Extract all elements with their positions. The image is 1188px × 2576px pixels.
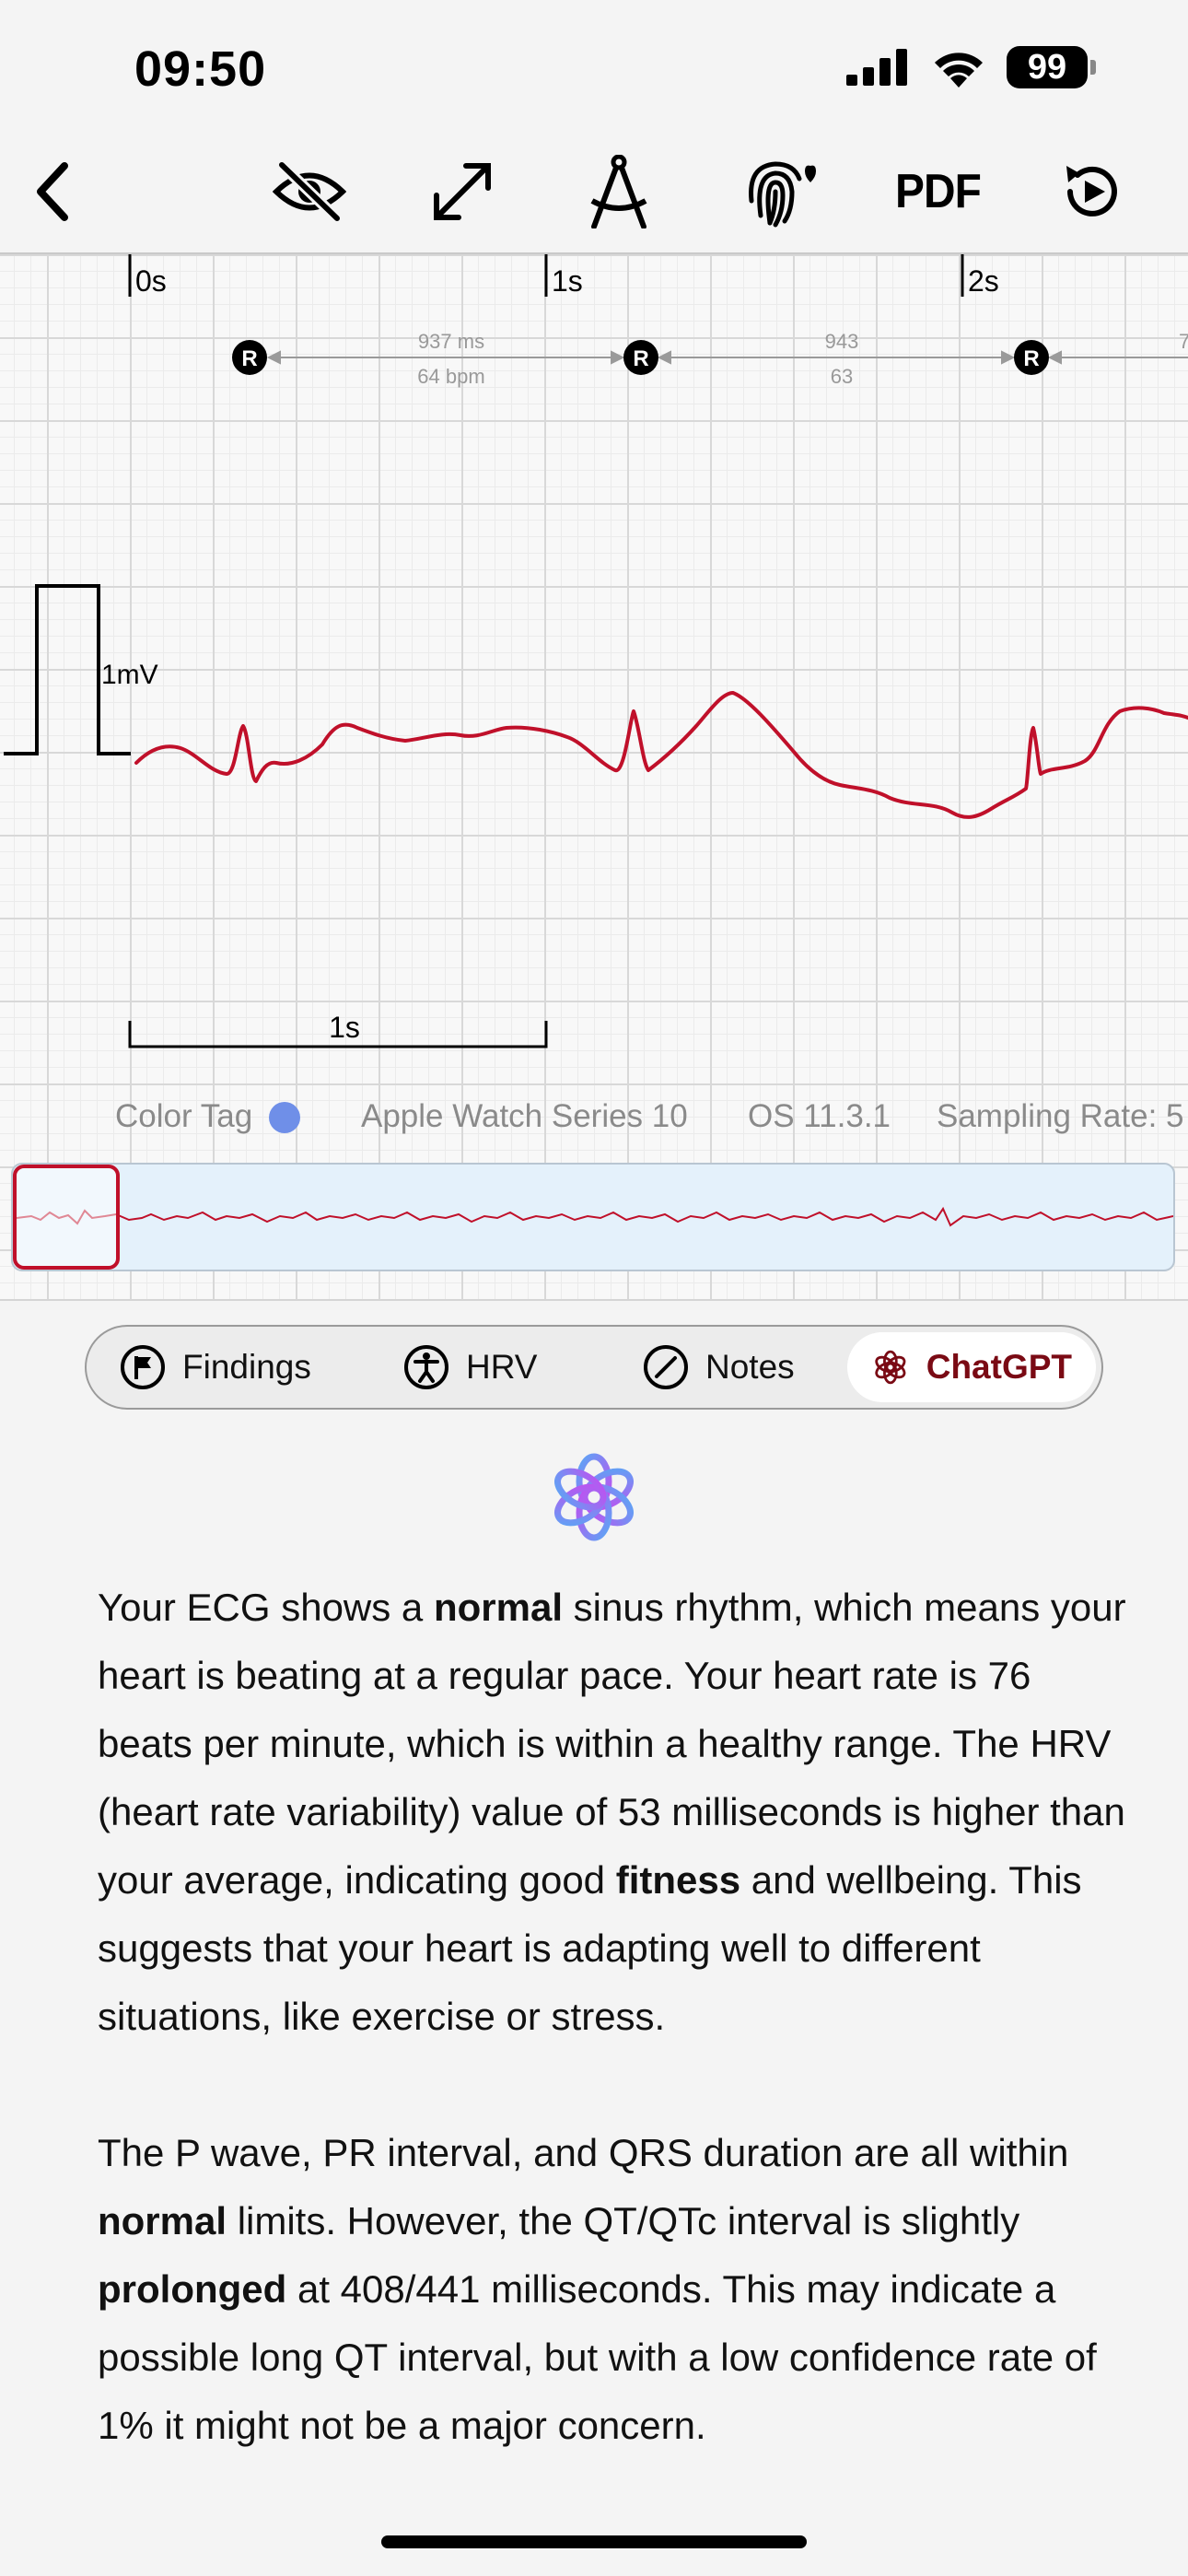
emphasized-text: prolonged xyxy=(98,2267,287,2311)
time-marker: 1s xyxy=(544,254,583,298)
replay-icon xyxy=(1066,166,1117,217)
bottom-fade xyxy=(0,2486,1188,2576)
rr-interval xyxy=(266,350,1188,365)
tab-chatgpt[interactable]: ChatGPT xyxy=(847,1332,1096,1402)
cellular-signal-icon xyxy=(846,49,907,86)
tab-label: Findings xyxy=(182,1348,311,1386)
time-marker-label: 1s xyxy=(552,264,583,298)
battery-icon: 99 xyxy=(1007,46,1096,88)
overview-window-handle[interactable] xyxy=(13,1165,120,1270)
chevron-left-icon xyxy=(37,162,68,221)
pdf-label: PDF xyxy=(894,165,982,218)
flag-icon xyxy=(121,1345,165,1389)
rr-interval-ms: 937 ms xyxy=(418,330,484,353)
expand-arrows-icon xyxy=(434,163,491,220)
figure-icon xyxy=(404,1345,448,1389)
ecg-chart[interactable]: 0s 1s 2s 937 ms 64 bpm 943 63 7 R R R 1m… xyxy=(0,254,1188,1299)
replay-button[interactable] xyxy=(1054,155,1131,228)
eye-slash-icon xyxy=(273,160,346,223)
time-marker: 0s xyxy=(128,254,167,298)
fingerprint-heart-icon xyxy=(749,161,816,228)
back-button[interactable] xyxy=(24,155,79,228)
response-paragraph-1: Your ECG shows a normal sinus rhythm, wh… xyxy=(98,1574,1129,2051)
pencil-circle-icon xyxy=(644,1345,688,1389)
overview-trace xyxy=(16,1206,1173,1227)
color-tag-dot[interactable] xyxy=(269,1102,300,1133)
sampling-rate: Sampling Rate: 5 xyxy=(937,1098,1184,1134)
emphasized-text: normal xyxy=(433,1586,563,1629)
text-run: limits. However, the QT/QTc interval is … xyxy=(227,2199,1020,2242)
r-peak-marker[interactable]: R xyxy=(623,340,658,375)
expand-button[interactable] xyxy=(424,155,501,228)
rr-interval-ms: 7 xyxy=(1179,330,1188,353)
tab-label: ChatGPT xyxy=(926,1348,1072,1386)
caliper-button[interactable] xyxy=(580,155,658,228)
tab-findings[interactable]: Findings xyxy=(120,1332,311,1402)
battery-level: 99 xyxy=(1007,46,1088,88)
compass-icon xyxy=(590,155,647,228)
r-peak-label: R xyxy=(1023,346,1039,371)
rr-interval-bpm: 64 bpm xyxy=(417,365,484,388)
response-paragraph-2: The P wave, PR interval, and QRS duratio… xyxy=(98,2119,1129,2460)
tab-label: Notes xyxy=(705,1348,795,1386)
rr-interval-ms: 943 xyxy=(825,330,859,353)
analysis-panel: Findings HRV Notes ChatGPT Your ECG show… xyxy=(0,1299,1188,2576)
scale-label: 1s xyxy=(329,1011,360,1044)
r-peak-marker[interactable]: R xyxy=(1014,340,1049,375)
status-bar: 09:50 99 xyxy=(0,0,1188,138)
status-time: 09:50 xyxy=(134,41,267,97)
os-version: OS 11.3.1 xyxy=(748,1098,891,1134)
time-marker: 2s xyxy=(961,254,999,298)
text-run: sinus rhythm, which means your heart is … xyxy=(98,1586,1126,1902)
ecg-trace xyxy=(134,691,1188,819)
device-name: Apple Watch Series 10 xyxy=(361,1098,688,1134)
biometric-button[interactable] xyxy=(737,155,820,228)
toolbar: PDF xyxy=(0,138,1188,254)
time-scale-bar: 1s xyxy=(128,1011,548,1048)
chatgpt-response: Your ECG shows a normal sinus rhythm, wh… xyxy=(98,1574,1129,2528)
r-peak-label: R xyxy=(633,346,648,371)
tab-bar: Findings HRV Notes ChatGPT xyxy=(85,1325,1103,1410)
chatgpt-logo-icon xyxy=(554,1453,634,1541)
tab-label: HRV xyxy=(466,1348,538,1386)
r-peak-marker[interactable]: R xyxy=(232,340,267,375)
text-run: Your ECG shows a xyxy=(98,1586,434,1629)
tab-notes[interactable]: Notes xyxy=(643,1332,795,1402)
time-marker-label: 2s xyxy=(968,264,999,298)
color-tag-label: Color Tag xyxy=(115,1098,253,1134)
wifi-icon xyxy=(935,53,983,88)
time-marker-label: 0s xyxy=(135,264,167,298)
emphasized-text: normal xyxy=(98,2199,227,2242)
overview-scrubber[interactable] xyxy=(11,1163,1175,1271)
home-indicator xyxy=(381,2535,807,2548)
tab-hrv[interactable]: HRV xyxy=(403,1332,537,1402)
recording-metadata: Color Tag Apple Watch Series 10 OS 11.3.… xyxy=(0,1096,1188,1144)
status-icons: 99 xyxy=(846,46,1096,88)
calibration-label: 1mV xyxy=(101,660,158,690)
emphasized-text: fitness xyxy=(615,1858,741,1902)
pdf-button[interactable]: PDF xyxy=(891,155,984,228)
rr-interval-bpm: 63 xyxy=(831,365,853,388)
r-peak-label: R xyxy=(241,346,257,371)
chatgpt-icon xyxy=(875,1350,906,1385)
text-run: The P wave, PR interval, and QRS duratio… xyxy=(98,2131,1069,2174)
hide-button[interactable] xyxy=(271,155,348,228)
